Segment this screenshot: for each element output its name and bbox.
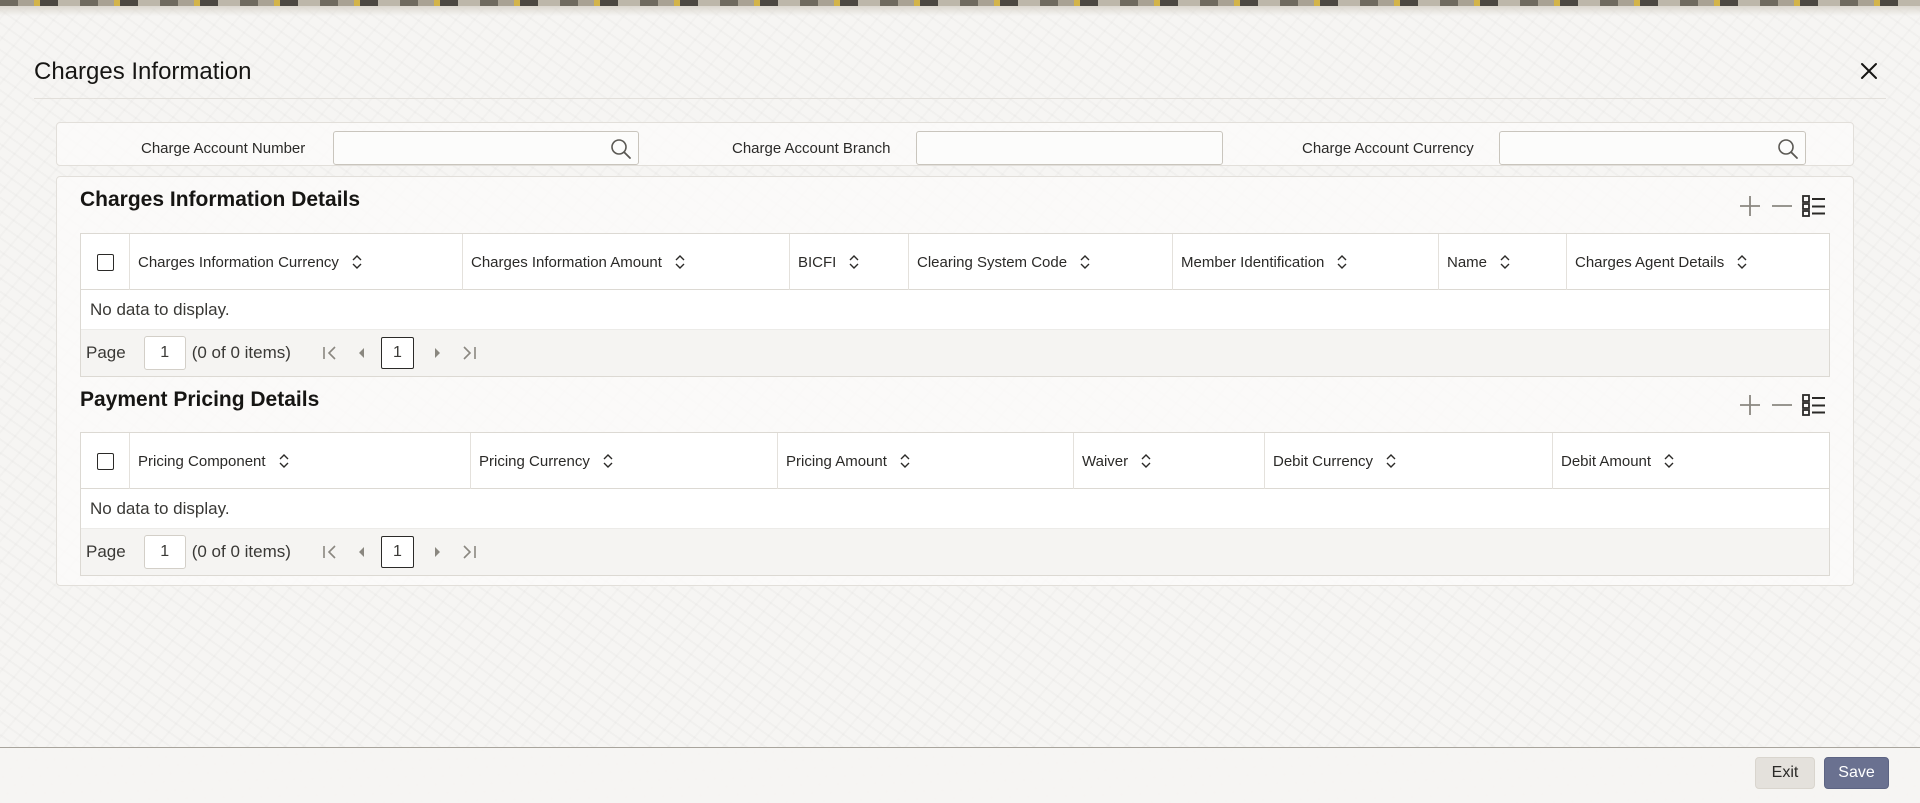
sort-icon[interactable] [674, 254, 686, 270]
column-header-label: Charges Agent Details [1575, 253, 1725, 271]
current-page-button[interactable]: 1 [380, 337, 414, 369]
sort-icon[interactable] [1499, 254, 1511, 270]
column-header-label: Member Identification [1181, 253, 1325, 271]
header-strip-shadow [0, 6, 1920, 16]
add-row-icon[interactable] [1738, 194, 1762, 218]
column-header[interactable]: Charges Agent Details [1566, 234, 1829, 290]
pagination-bar: Page 1 (0 of 0 items) 1 [81, 529, 1829, 575]
charge-account-branch-field[interactable] [916, 131, 1223, 165]
last-page-icon[interactable] [460, 344, 478, 362]
page-number-input[interactable]: 1 [143, 336, 186, 370]
column-header-label: BICFI [798, 253, 837, 271]
item-count: (0 of 0 items) [191, 542, 291, 561]
view-details-icon[interactable] [1802, 393, 1826, 417]
charge-account-currency-label: Charge Account Currency [1302, 140, 1474, 157]
add-row-icon[interactable] [1738, 393, 1762, 417]
column-header-label: Name [1447, 253, 1488, 271]
column-header-label: Charges Information Currency [138, 253, 339, 271]
pagination-bar: Page 1 (0 of 0 items) 1 [81, 330, 1829, 376]
sort-icon[interactable] [1140, 453, 1152, 469]
column-header[interactable]: Name [1438, 234, 1566, 290]
column-header-label: Clearing System Code [917, 253, 1068, 271]
search-icon[interactable] [610, 138, 632, 160]
first-page-icon[interactable] [321, 344, 339, 362]
column-header[interactable]: Charges Information Currency [129, 234, 462, 290]
dialog-title: Charges Information [34, 58, 252, 85]
page-label: Page [86, 343, 126, 362]
select-all-cell [81, 234, 129, 290]
column-header-label: Debit Amount [1561, 452, 1652, 470]
sort-icon[interactable] [602, 453, 614, 469]
column-header-label: Pricing Component [138, 452, 266, 470]
sort-icon[interactable] [351, 254, 363, 270]
sort-icon[interactable] [1736, 254, 1748, 270]
save-button[interactable]: Save [1824, 757, 1889, 789]
column-header[interactable]: Debit Currency [1264, 433, 1552, 489]
previous-page-icon[interactable] [353, 344, 371, 362]
charges-information-table: Charges Information Currency Charges Inf… [80, 233, 1830, 377]
last-page-icon[interactable] [460, 543, 478, 561]
view-details-icon[interactable] [1802, 194, 1826, 218]
sort-icon[interactable] [1079, 254, 1091, 270]
footer-bar [0, 748, 1920, 803]
next-page-icon[interactable] [428, 344, 446, 362]
next-page-icon[interactable] [428, 543, 446, 561]
charges-information-details-title: Charges Information Details [80, 188, 361, 211]
page-number-input[interactable]: 1 [143, 535, 186, 569]
column-header[interactable]: BICFI [789, 234, 908, 290]
charge-account-currency-field[interactable] [1499, 131, 1806, 165]
payment-pricing-details-title: Payment Pricing Details [80, 388, 320, 411]
sort-icon[interactable] [1336, 254, 1348, 270]
column-header-label: Pricing Amount [786, 452, 887, 470]
sort-icon[interactable] [1663, 453, 1675, 469]
no-data-message: No data to display. [81, 489, 1829, 529]
column-header[interactable]: Debit Amount [1552, 433, 1829, 489]
title-divider [34, 98, 1886, 99]
column-header[interactable]: Member Identification [1172, 234, 1438, 290]
column-header[interactable]: Clearing System Code [908, 234, 1172, 290]
column-header-label: Debit Currency [1273, 452, 1374, 470]
column-header[interactable]: Pricing Amount [777, 433, 1073, 489]
delete-row-icon[interactable] [1770, 393, 1794, 417]
column-header[interactable]: Charges Information Amount [462, 234, 789, 290]
column-header[interactable]: Pricing Component [129, 433, 470, 489]
search-icon[interactable] [1777, 138, 1799, 160]
exit-button[interactable]: Exit [1755, 757, 1815, 789]
column-header[interactable]: Waiver [1073, 433, 1264, 489]
charge-account-number-label: Charge Account Number [141, 140, 306, 157]
current-page-button[interactable]: 1 [380, 536, 414, 568]
table-header: Pricing Component Pricing Currency Prici… [81, 433, 1829, 489]
sort-icon[interactable] [848, 254, 860, 270]
charge-account-branch-label: Charge Account Branch [732, 140, 891, 157]
page-label: Page [86, 542, 126, 561]
sort-icon[interactable] [1385, 453, 1397, 469]
item-count: (0 of 0 items) [191, 343, 291, 362]
close-icon[interactable] [1858, 60, 1880, 82]
table-header: Charges Information Currency Charges Inf… [81, 234, 1829, 290]
charge-account-number-field[interactable] [333, 131, 639, 165]
no-data-message: No data to display. [81, 290, 1829, 330]
select-all-checkbox[interactable] [96, 452, 114, 470]
previous-page-icon[interactable] [353, 543, 371, 561]
column-header[interactable]: Pricing Currency [470, 433, 777, 489]
payment-pricing-table: Pricing Component Pricing Currency Prici… [80, 432, 1830, 576]
sort-icon[interactable] [278, 453, 290, 469]
column-header-label: Pricing Currency [479, 452, 590, 470]
sort-icon[interactable] [899, 453, 911, 469]
delete-row-icon[interactable] [1770, 194, 1794, 218]
first-page-icon[interactable] [321, 543, 339, 561]
column-header-label: Waiver [1082, 452, 1129, 470]
select-all-cell [81, 433, 129, 489]
select-all-checkbox[interactable] [96, 253, 114, 271]
column-header-label: Charges Information Amount [471, 253, 662, 271]
